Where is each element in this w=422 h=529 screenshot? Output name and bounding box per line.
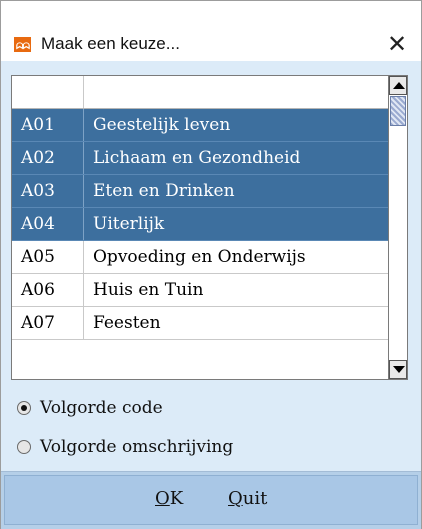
list-item-code: A04 — [12, 208, 84, 240]
list-item[interactable]: A01 Geestelijk leven — [12, 109, 388, 142]
arrow-down-icon — [393, 366, 405, 373]
radio-sort-description-label: Volgorde omschrijving — [40, 437, 234, 457]
list-item-code: A02 — [12, 142, 84, 174]
list-item-description: Feesten — [93, 313, 161, 333]
list-scrollbar[interactable] — [388, 75, 408, 380]
list-item[interactable]: A05 Opvoeding en Onderwijs — [12, 241, 388, 274]
scroll-up-button[interactable] — [389, 76, 407, 95]
header-desc-cell — [85, 76, 388, 108]
list-item[interactable]: A07 Feesten — [12, 307, 388, 340]
list-item-code: A05 — [12, 241, 84, 273]
list-item-description: Lichaam en Gezondheid — [93, 148, 301, 168]
title-bar: ᗣᗣ Maak een keuze... ✕ — [1, 1, 421, 61]
list-item[interactable]: A06 Huis en Tuin — [12, 274, 388, 307]
scroll-thumb[interactable] — [390, 96, 406, 126]
arrow-up-icon — [393, 82, 405, 89]
category-list[interactable]: A01 Geestelijk leven A02 Lichaam en Gezondh… — [11, 75, 389, 380]
scroll-down-button[interactable] — [389, 360, 407, 379]
list-item[interactable]: A04 Uiterlijk — [12, 208, 388, 241]
list-item-description: Uiterlijk — [93, 214, 165, 234]
button-bar-inner: OK Quit — [4, 475, 418, 525]
radio-button-icon[interactable] — [17, 440, 31, 454]
list-header-row — [12, 76, 388, 109]
list-item-description: Eten en Drinken — [93, 181, 235, 201]
radio-sort-code-label: Volgorde code — [40, 398, 163, 418]
button-bar: OK Quit — [1, 471, 421, 529]
list-item-description: Opvoeding en Onderwijs — [93, 247, 306, 267]
header-code-cell — [12, 76, 84, 108]
list-item-code: A01 — [12, 109, 84, 141]
list-item-description: Huis en Tuin — [93, 280, 204, 300]
list-item[interactable]: A02 Lichaam en Gezondheid — [12, 142, 388, 175]
quit-button[interactable]: Quit — [228, 488, 267, 509]
app-icon: ᗣᗣ — [14, 37, 31, 52]
list-item-code: A03 — [12, 175, 84, 207]
list-item-code: A07 — [12, 307, 84, 339]
list-item[interactable]: A03 Eten en Drinken — [12, 175, 388, 208]
close-icon[interactable]: ✕ — [377, 27, 417, 61]
ok-button[interactable]: OK — [155, 488, 183, 509]
list-item-code: A06 — [12, 274, 84, 306]
dialog-window: ᗣᗣ Maak een keuze... ✕ A01 Geestelijk lev… — [0, 0, 422, 529]
window-title: Maak een keuze... — [41, 34, 180, 53]
radio-button-icon[interactable] — [17, 401, 31, 415]
list-item-description: Geestelijk leven — [93, 115, 231, 135]
